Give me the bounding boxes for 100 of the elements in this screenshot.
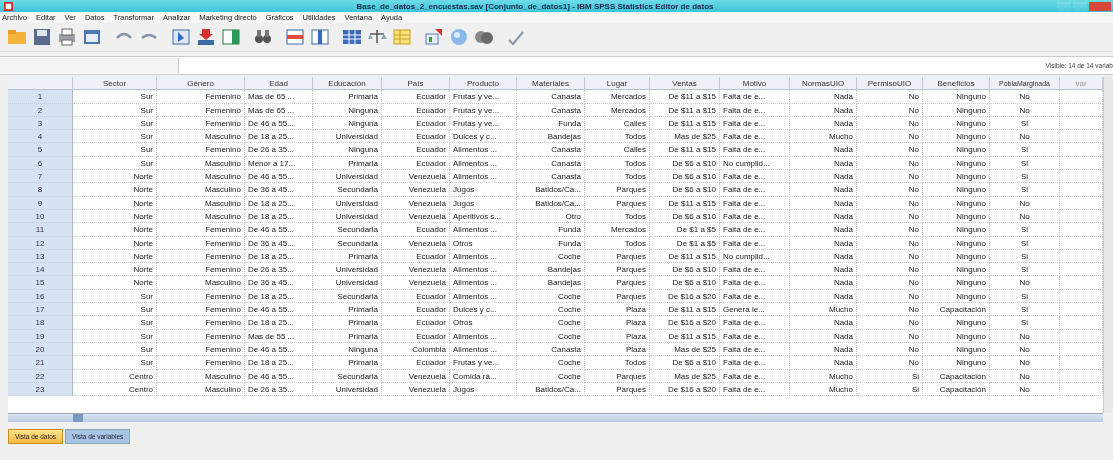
table-cell: Norte [73,209,157,224]
column-header[interactable]: Educación [313,77,382,91]
table-cell: No [857,289,923,304]
table-cell: Sur [73,116,157,131]
column-header[interactable]: Sector [73,77,157,91]
row-number[interactable]: 5 [8,143,73,157]
table-cell: Todos [585,236,650,250]
table-cell: Mucho [790,303,857,317]
column-header[interactable]: Edad [245,77,313,91]
table-cell: Ninguno [923,130,990,144]
table-cell: Otros [450,316,517,330]
table-cell: Sur [73,329,157,343]
table-cell: Bandejas [517,276,585,290]
table-cell: Ecuador [382,316,450,330]
column-header[interactable]: Lugar [585,77,650,91]
vertical-scrollbar[interactable] [1103,77,1113,413]
row-number[interactable]: 14 [8,263,73,277]
column-header[interactable]: Género [157,77,245,91]
table-cell: Falta de e... [720,236,790,250]
table-cell: Alimentos ... [450,329,517,343]
table-cell: De 46 a 55... [245,342,313,357]
table-cell: Nada [790,183,857,197]
table-cell: Nada [790,289,857,304]
column-header[interactable]: Producto [450,77,517,91]
column-header[interactable]: PermisoUIO [857,77,923,91]
printer-icon[interactable] [56,26,78,48]
table-cell: Masculino [157,156,245,171]
table-cell: Venezuela [382,369,450,383]
table-cell: Ninguno [923,209,990,224]
table-cell: Si [990,316,1060,330]
table-cell: Canasta [517,90,585,104]
table-cell: Norte [73,276,157,290]
table-cell: Ecuador [382,143,450,157]
close-button[interactable] [1089,1,1111,11]
column-header[interactable]: Motivo [720,77,790,91]
table-cell: De $16 a $20 [650,316,720,330]
row-number[interactable]: 8 [8,183,73,197]
table-cell: De $11 a $15 [650,116,720,131]
table-cell: Femenino [157,303,245,317]
table-cell: Batidos/Ca... [517,183,585,197]
table-cell: Ninguno [923,103,990,117]
table-cell: De $11 a $15 [650,90,720,104]
row-number[interactable]: 18 [8,316,73,330]
value-labels-icon[interactable] [423,26,445,48]
table-cell: Nada [790,249,857,264]
table-cell: Coche [517,369,585,383]
table-cell: De $6 a $10 [650,276,720,290]
table-cell: Ecuador [382,249,450,264]
column-header[interactable]: Beneficios [923,77,990,91]
column-header[interactable]: País [382,77,450,91]
table-cell: Capacitación [923,382,990,397]
table-cell: Si [857,382,923,397]
table-cell: Ninguno [923,236,990,250]
table-cell: Femenino [157,342,245,357]
table-cell: Frutas y ve... [450,90,517,104]
table-cell: No [857,263,923,277]
table-cell: Femenino [157,116,245,131]
table-cell: Nada [790,116,857,131]
table-cell: Femenino [157,356,245,370]
table-cell: Norte [73,183,157,197]
grid-select-icon[interactable] [391,26,413,48]
table-cell: Nada [790,276,857,290]
cell-name-field[interactable] [0,58,179,73]
row-number[interactable]: 21 [8,356,73,370]
table-cell: Batidos/Ca... [517,196,585,210]
table-cell: Masculino [157,183,245,197]
row-number[interactable]: 15 [8,276,73,290]
table-cell: Secundaria [313,289,382,304]
table-cell: Alimentos ... [450,143,517,157]
table-cell: Masculino [157,170,245,184]
table-cell: Ninguno [923,329,990,343]
horizontal-scrollbar[interactable] [8,413,1103,422]
columns-icon[interactable] [220,26,242,48]
row-number[interactable]: 1 [8,90,73,104]
row-number[interactable]: 11 [8,223,73,237]
table-cell: Sur [73,130,157,144]
table-cell: Ecuador [382,90,450,104]
table-cell: Ninguno [923,356,990,370]
column-header[interactable]: NormasUIO [790,77,857,91]
table-cell: Funda [517,116,585,131]
table-cell: Batidos/Ca... [517,382,585,397]
row-number[interactable]: 4 [8,130,73,144]
down-arrow-icon[interactable] [195,26,217,48]
table-cell: Falta de e... [720,116,790,131]
row-number[interactable]: 17 [8,303,73,317]
table-cell: Menor a 17... [245,156,313,171]
table-cell: Femenino [157,263,245,277]
table-cell: Venezuela [382,382,450,397]
table-cell: Capacitación [923,369,990,383]
table-cell: Femenino [157,289,245,304]
row-number[interactable]: 7 [8,170,73,184]
column-header[interactable]: Ventas [650,77,720,91]
table-cell: Falta de e... [720,130,790,144]
table-cell: Sur [73,356,157,370]
table-cell: Falta de e... [720,170,790,184]
table-cell: De $6 a $10 [650,170,720,184]
table-cell: Ninguno [923,342,990,357]
table-cell: Si [857,369,923,383]
column-header[interactable]: Materiales [517,77,585,91]
table-cell: Ecuador [382,116,450,131]
